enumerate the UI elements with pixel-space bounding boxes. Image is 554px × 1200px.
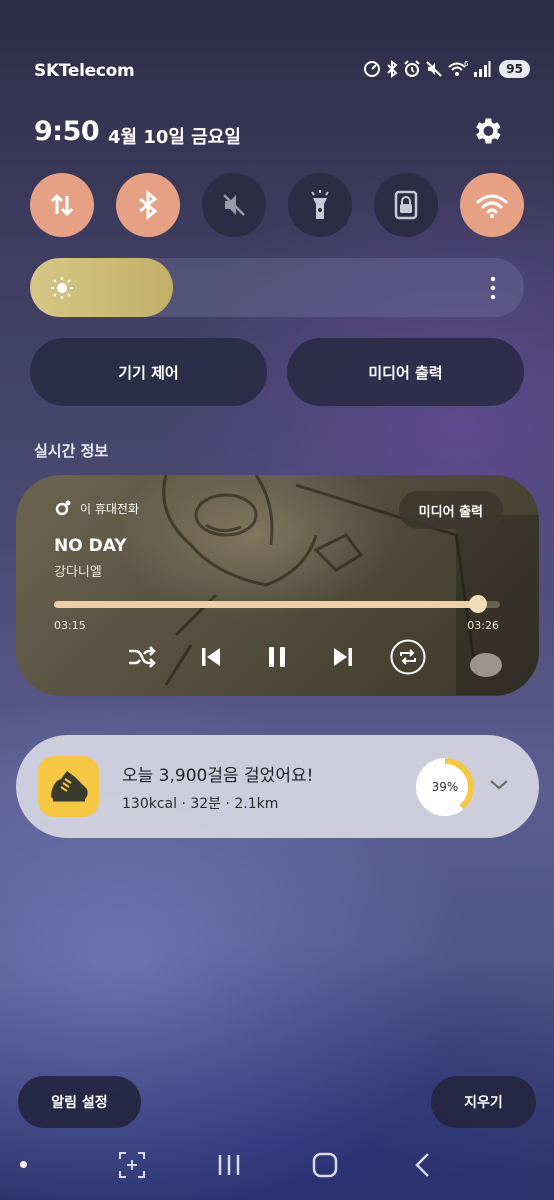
current-time: 03:15 xyxy=(54,619,86,632)
shuffle-button[interactable] xyxy=(124,639,160,675)
nav-indicator-dot xyxy=(20,1161,27,1168)
more-options-icon[interactable] xyxy=(486,275,500,301)
clear-button[interactable]: 지우기 xyxy=(431,1076,536,1128)
media-output-chip[interactable]: 미디어 출력 xyxy=(398,491,503,529)
repeat-button[interactable] xyxy=(390,639,426,675)
clock[interactable]: 9:50 xyxy=(34,116,100,147)
recent-apps-icon[interactable] xyxy=(214,1150,244,1180)
svg-text:6: 6 xyxy=(464,60,469,68)
brightness-sun-icon xyxy=(51,277,73,299)
live-info-label: 실시간 정보 xyxy=(34,442,109,460)
device-control-button[interactable]: 기기 제어 xyxy=(30,338,267,406)
home-icon[interactable] xyxy=(310,1150,340,1180)
health-app-icon xyxy=(38,756,99,817)
rotation-lock-toggle[interactable] xyxy=(374,173,438,237)
step-percent: 39% xyxy=(431,780,459,794)
wifi-toggle[interactable] xyxy=(460,173,524,237)
step-stats: 130kcal · 32분 · 2.1km xyxy=(122,796,279,812)
notification-settings-button[interactable]: 알림 설정 xyxy=(18,1076,141,1128)
song-title: NO DAY xyxy=(54,536,127,556)
pause-icon xyxy=(269,647,285,667)
seek-bar[interactable] xyxy=(54,595,500,613)
data-transfer-icon xyxy=(50,193,74,217)
status-icons: 6 95 xyxy=(363,60,530,78)
brightness-slider[interactable] xyxy=(30,258,524,317)
battery-level: 95 xyxy=(499,60,530,78)
signal-icon xyxy=(474,61,491,77)
media-source: 이 휴대전화 xyxy=(54,499,139,517)
repeat-icon xyxy=(390,639,426,675)
date[interactable]: 4월 10일 금요일 xyxy=(108,123,241,149)
step-title: 오늘 3,900걸음 걸었어요! xyxy=(122,766,314,786)
alarm-icon xyxy=(404,60,421,77)
data-saver-icon xyxy=(364,61,381,77)
wifi-6-icon: 6 xyxy=(448,60,469,76)
carrier-name: SKTelecom xyxy=(34,61,135,81)
media-player-card[interactable]: 이 휴대전화 미디어 출력 NO DAY 강다니엘 03:15 03:26 xyxy=(16,475,539,696)
skip-next-icon xyxy=(334,648,352,666)
chevron-down-icon[interactable] xyxy=(488,777,510,793)
seek-bar-progress xyxy=(54,601,478,608)
song-artist: 강다니엘 xyxy=(54,565,102,580)
next-button[interactable] xyxy=(325,639,361,675)
mute-icon xyxy=(426,61,443,77)
mobile-data-toggle[interactable] xyxy=(30,173,94,237)
seek-bar-thumb[interactable] xyxy=(468,595,487,613)
flashlight-icon xyxy=(311,190,329,219)
sound-toggle[interactable] xyxy=(202,173,266,237)
screenshot-capture-icon[interactable] xyxy=(117,1150,147,1180)
lock-icon xyxy=(394,190,418,220)
music-app-icon xyxy=(55,500,71,516)
media-source-label: 이 휴대전화 xyxy=(80,501,140,516)
flashlight-toggle[interactable] xyxy=(288,173,352,237)
settings-gear-icon[interactable] xyxy=(470,114,504,148)
bluetooth-icon xyxy=(139,189,158,221)
shuffle-icon xyxy=(129,646,156,668)
running-shoe-icon xyxy=(50,770,88,801)
step-counter-card[interactable]: 오늘 3,900걸음 걸었어요! 130kcal · 32분 · 2.1km 3… xyxy=(16,735,539,838)
wifi-icon xyxy=(476,194,508,218)
back-icon[interactable] xyxy=(408,1150,438,1180)
bluetooth-icon xyxy=(387,60,398,78)
mute-icon xyxy=(223,194,245,216)
total-time: 03:26 xyxy=(467,619,499,632)
pause-button[interactable] xyxy=(259,639,295,675)
bluetooth-toggle[interactable] xyxy=(116,173,180,237)
previous-button[interactable] xyxy=(193,639,229,675)
media-output-button[interactable]: 미디어 출력 xyxy=(287,338,524,406)
skip-previous-icon xyxy=(202,648,220,666)
